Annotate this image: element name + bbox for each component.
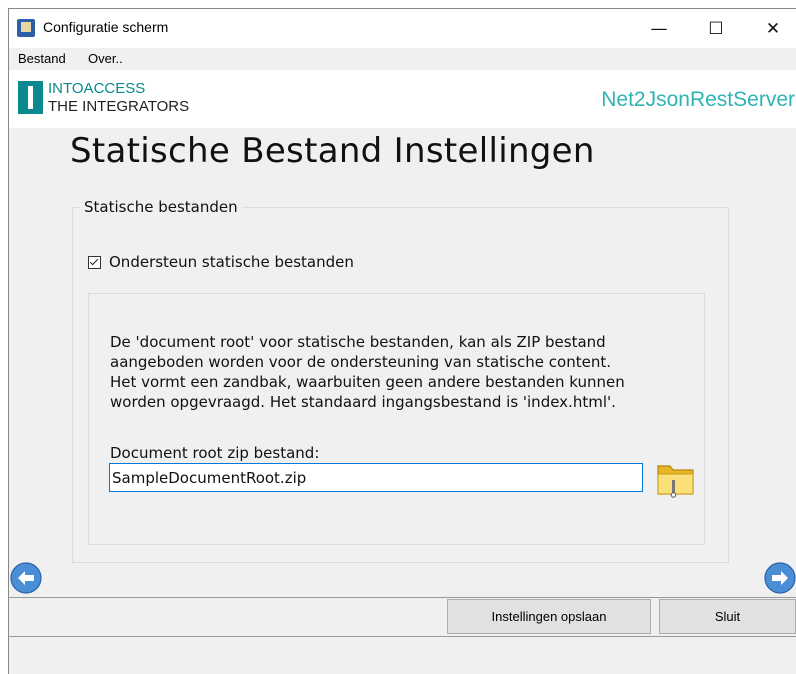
checkbox-label: Ondersteun statische bestanden: [109, 253, 354, 271]
checkbox-checked-icon[interactable]: [88, 255, 101, 269]
description-line: worden opgevraagd. Het standaard ingangs…: [110, 393, 616, 411]
description-line: aangeboden worden voor de ondersteuning …: [110, 353, 611, 371]
support-static-files-checkbox[interactable]: Ondersteun statische bestanden: [88, 253, 354, 271]
close-button[interactable]: Sluit: [659, 599, 796, 634]
window-title: Configuratie scherm: [43, 19, 169, 35]
page-title: Statische Bestand Instellingen: [70, 131, 595, 171]
document-root-label: Document root zip bestand:: [110, 444, 320, 462]
description-text: De 'document root' voor statische bestan…: [110, 332, 700, 412]
group-title: Statische bestanden: [80, 198, 242, 216]
app-name: Net2JsonRestServer: [601, 88, 795, 111]
arrow-right-circle-icon[interactable]: [764, 562, 796, 594]
brand-header: INTOACCESS THE INTEGRATORS Net2JsonRestS…: [9, 70, 796, 128]
description-line: Het vormt een zandbak, waarbuiten geen a…: [110, 373, 625, 391]
title-bar: Configuratie scherm — ☐ ✕: [9, 9, 796, 48]
save-settings-button[interactable]: Instellingen opslaan: [447, 599, 651, 634]
menu-bestand[interactable]: Bestand: [18, 51, 66, 66]
menu-bar: Bestand Over..: [9, 48, 796, 70]
menu-over[interactable]: Over..: [88, 51, 123, 66]
arrow-left-circle-icon[interactable]: [10, 562, 42, 594]
folder-icon[interactable]: [655, 460, 697, 498]
maximize-button[interactable]: ☐: [693, 9, 739, 48]
logo-text-bottom: THE INTEGRATORS: [48, 98, 190, 115]
logo-text-top: INTOACCESS: [48, 80, 146, 97]
close-window-button[interactable]: ✕: [750, 9, 796, 48]
document-root-panel: [88, 293, 705, 545]
document-root-input[interactable]: [109, 463, 643, 492]
description-line: De 'document root' voor statische bestan…: [110, 333, 606, 351]
minimize-button[interactable]: —: [636, 9, 682, 48]
intoaccess-logo-icon: [18, 81, 43, 114]
app-icon: [17, 19, 35, 37]
